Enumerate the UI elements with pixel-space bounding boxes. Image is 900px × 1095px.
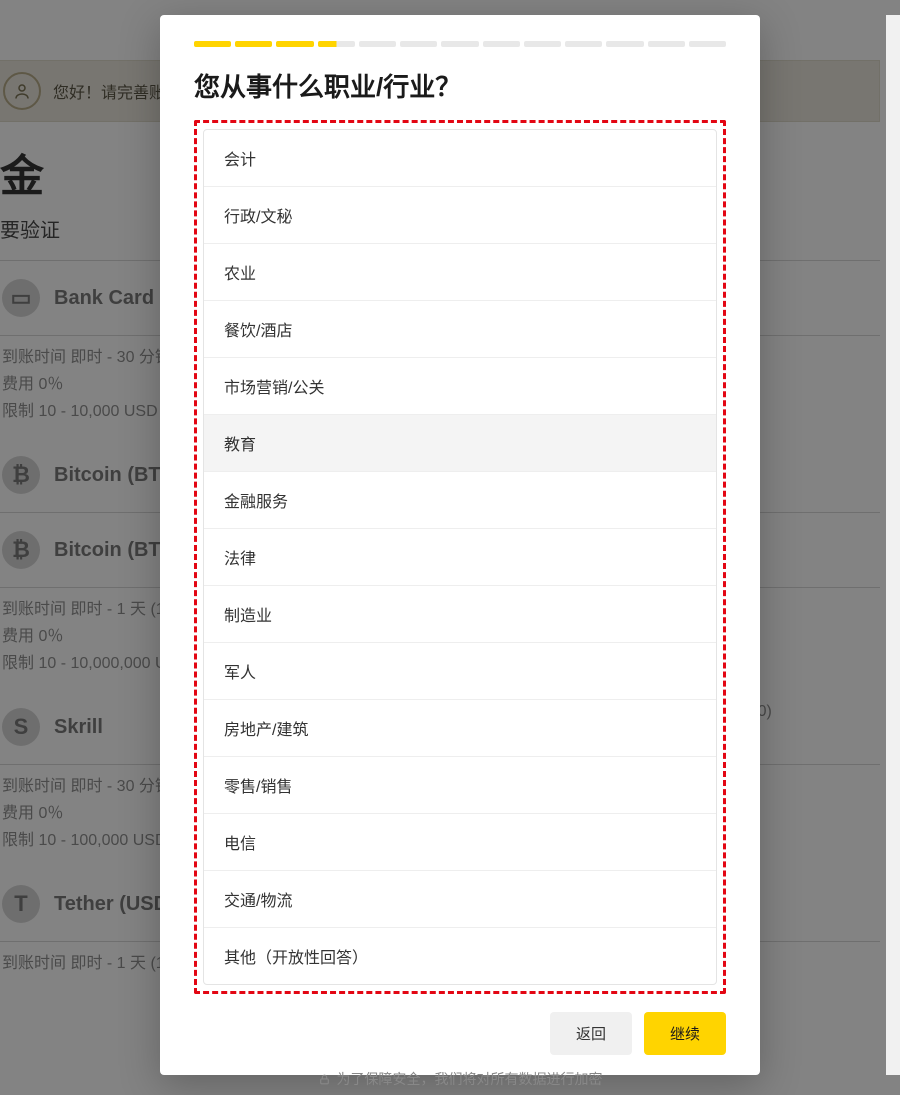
occupation-option[interactable]: 军人 — [204, 643, 716, 700]
occupation-option[interactable]: 餐饮/酒店 — [204, 301, 716, 358]
occupation-option[interactable]: 教育 — [204, 415, 716, 472]
continue-button[interactable]: 继续 — [644, 1012, 726, 1055]
question-title: 您从事什么职业/行业？ — [194, 67, 726, 104]
progress-bar — [194, 41, 726, 47]
occupation-option[interactable]: 行政/文秘 — [204, 187, 716, 244]
lock-icon — [318, 1073, 331, 1086]
options-list: 会计行政/文秘农业餐饮/酒店市场营销/公关教育金融服务法律制造业军人房地产/建筑… — [203, 129, 717, 985]
occupation-option[interactable]: 零售/销售 — [204, 757, 716, 814]
occupation-modal: 您从事什么职业/行业？ 会计行政/文秘农业餐饮/酒店市场营销/公关教育金融服务法… — [160, 15, 760, 1075]
occupation-option[interactable]: 市场营销/公关 — [204, 358, 716, 415]
occupation-option[interactable]: 其他（开放性回答） — [204, 928, 716, 984]
occupation-option[interactable]: 法律 — [204, 529, 716, 586]
occupation-option[interactable]: 房地产/建筑 — [204, 700, 716, 757]
occupation-option[interactable]: 会计 — [204, 130, 716, 187]
occupation-option[interactable]: 农业 — [204, 244, 716, 301]
options-highlight-box: 会计行政/文秘农业餐饮/酒店市场营销/公关教育金融服务法律制造业军人房地产/建筑… — [194, 120, 726, 994]
security-note: 为了保障安全，我们将对所有数据进行加密 — [194, 1069, 726, 1089]
modal-scrollbar[interactable] — [886, 15, 900, 1075]
occupation-option[interactable]: 交通/物流 — [204, 871, 716, 928]
occupation-option[interactable]: 制造业 — [204, 586, 716, 643]
occupation-option[interactable]: 金融服务 — [204, 472, 716, 529]
back-button[interactable]: 返回 — [550, 1012, 632, 1055]
occupation-option[interactable]: 电信 — [204, 814, 716, 871]
